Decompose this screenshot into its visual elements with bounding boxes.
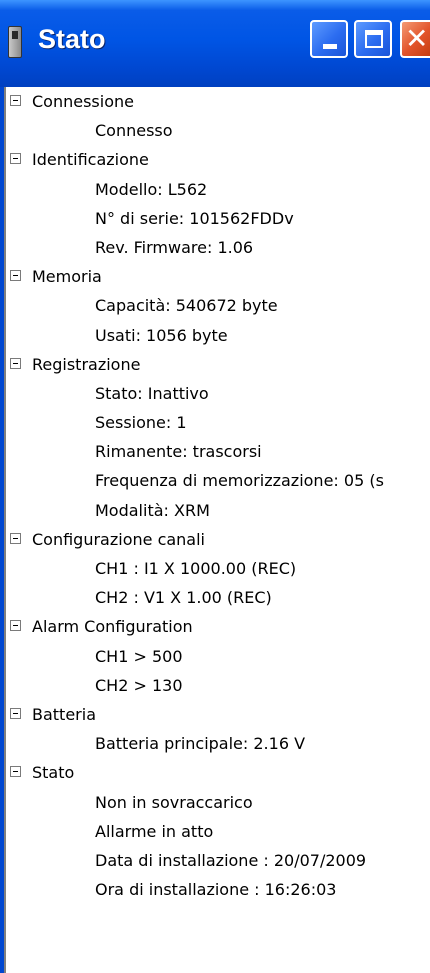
tree-item[interactable]: N° di serie: 101562FDDv bbox=[6, 204, 430, 233]
tree-item[interactable]: Rimanente: trascorsi bbox=[6, 437, 430, 466]
tree-item-label: Sessione: 1 bbox=[95, 413, 187, 433]
tree-item-label: Modello: L562 bbox=[95, 179, 208, 199]
tree-group-label: Connessione bbox=[32, 92, 134, 111]
tree-item-label: Non in sovraccarico bbox=[95, 792, 253, 812]
tree-item[interactable]: Rev. Firmware: 1.06 bbox=[6, 233, 430, 262]
tree-item-label: CH1 > 500 bbox=[95, 646, 183, 666]
tree-group[interactable]: Alarm Configuration bbox=[6, 612, 430, 641]
minimize-button[interactable] bbox=[310, 20, 348, 58]
tree-group-label: Registrazione bbox=[32, 354, 141, 374]
tree-item[interactable]: CH1 > 500 bbox=[6, 642, 430, 671]
close-button[interactable]: ✕ bbox=[400, 20, 430, 58]
tree-item-label: Connesso bbox=[95, 121, 173, 141]
collapse-icon[interactable] bbox=[10, 95, 21, 106]
tree-item[interactable]: Non in sovraccarico bbox=[6, 788, 430, 817]
tree-item-label: Stato: Inattivo bbox=[95, 383, 209, 403]
tree-group[interactable]: Connessione bbox=[6, 87, 430, 116]
tree-item[interactable]: Allarme in atto bbox=[6, 817, 430, 846]
collapse-icon[interactable] bbox=[10, 153, 21, 165]
tree-item-label: Ora di installazione : 16:26:03 bbox=[95, 880, 337, 900]
window-title: Stato bbox=[38, 24, 106, 54]
tree-group[interactable]: Identificazione bbox=[6, 145, 430, 174]
tree-item-label: Capacità: 540672 byte bbox=[95, 296, 278, 316]
tree-group[interactable]: Configurazione canali bbox=[6, 525, 430, 554]
tree-item[interactable]: Modello: L562 bbox=[6, 175, 430, 204]
tree-item[interactable]: Modalità: XRM bbox=[6, 496, 430, 525]
close-icon: ✕ bbox=[405, 22, 429, 55]
collapse-icon[interactable] bbox=[10, 357, 21, 369]
tree-group[interactable]: Stato bbox=[6, 758, 430, 787]
tree-item-label: Usati: 1056 byte bbox=[95, 325, 228, 345]
tree-group[interactable]: Registrazione bbox=[6, 350, 430, 379]
maximize-icon bbox=[365, 30, 383, 48]
tree-item[interactable]: CH2 : V1 X 1.00 (REC) bbox=[6, 583, 430, 612]
app-icon bbox=[8, 26, 22, 58]
tree-item-label: N° di serie: 101562FDDv bbox=[95, 208, 294, 228]
tree-group-label: Alarm Configuration bbox=[32, 617, 193, 637]
tree-item[interactable]: Stato: Inattivo bbox=[6, 379, 430, 408]
tree-item[interactable]: CH2 > 130 bbox=[6, 671, 430, 700]
tree-item[interactable]: Batteria principale: 2.16 V bbox=[6, 729, 430, 758]
collapse-icon[interactable] bbox=[10, 270, 21, 282]
collapse-icon[interactable] bbox=[10, 532, 21, 544]
collapse-icon[interactable] bbox=[10, 620, 21, 632]
status-tree[interactable]: Connessione Connesso Identificazione Modell… bbox=[4, 87, 430, 973]
tree-group-label: Configurazione canali bbox=[32, 529, 205, 549]
tree-item-label: CH2 : V1 X 1.00 (REC) bbox=[95, 588, 272, 608]
tree-item[interactable]: Sessione: 1 bbox=[6, 408, 430, 437]
tree-item-label: Data di installazione : 20/07/2009 bbox=[95, 850, 367, 870]
tree-item-label: Modalità: XRM bbox=[95, 500, 210, 520]
tree-item-label: CH1 : I1 X 1000.00 (REC) bbox=[95, 559, 297, 578]
title-bar[interactable]: Stato ✕ bbox=[0, 0, 430, 87]
collapse-icon[interactable] bbox=[10, 707, 21, 719]
tree-item[interactable]: Capacità: 540672 byte bbox=[6, 291, 430, 320]
tree-group-label: Identificazione bbox=[32, 150, 149, 170]
minimize-icon bbox=[323, 44, 337, 49]
tree-group[interactable]: Memoria bbox=[6, 262, 430, 291]
tree-item-label: Allarme in atto bbox=[95, 821, 214, 841]
tree-item[interactable]: Data di installazione : 20/07/2009 bbox=[6, 846, 430, 875]
tree-item-label: Batteria principale: 2.16 V bbox=[95, 734, 306, 754]
tree-item[interactable]: Ora di installazione : 16:26:03 bbox=[6, 875, 430, 904]
tree-item[interactable]: Usati: 1056 byte bbox=[6, 321, 430, 350]
tree-group-label: Memoria bbox=[32, 267, 102, 287]
tree-item[interactable]: Connesso bbox=[6, 116, 430, 145]
maximize-button[interactable] bbox=[354, 20, 392, 58]
tree-group-label: Batteria bbox=[32, 704, 96, 724]
tree-item[interactable]: Frequenza di memorizzazione: 05 (s bbox=[6, 466, 430, 495]
tree-item-label: CH2 > 130 bbox=[95, 675, 183, 695]
tree-item-label: Rev. Firmware: 1.06 bbox=[95, 237, 254, 257]
collapse-icon[interactable] bbox=[10, 766, 21, 778]
tree-item-label: Rimanente: trascorsi bbox=[95, 442, 262, 462]
tree-group[interactable]: Batteria bbox=[6, 700, 430, 729]
tree-group-label: Stato bbox=[32, 763, 75, 783]
tree-item[interactable]: CH1 : I1 X 1000.00 (REC) bbox=[6, 554, 430, 583]
tree-item-label: Frequenza di memorizzazione: 05 (s bbox=[95, 471, 384, 491]
